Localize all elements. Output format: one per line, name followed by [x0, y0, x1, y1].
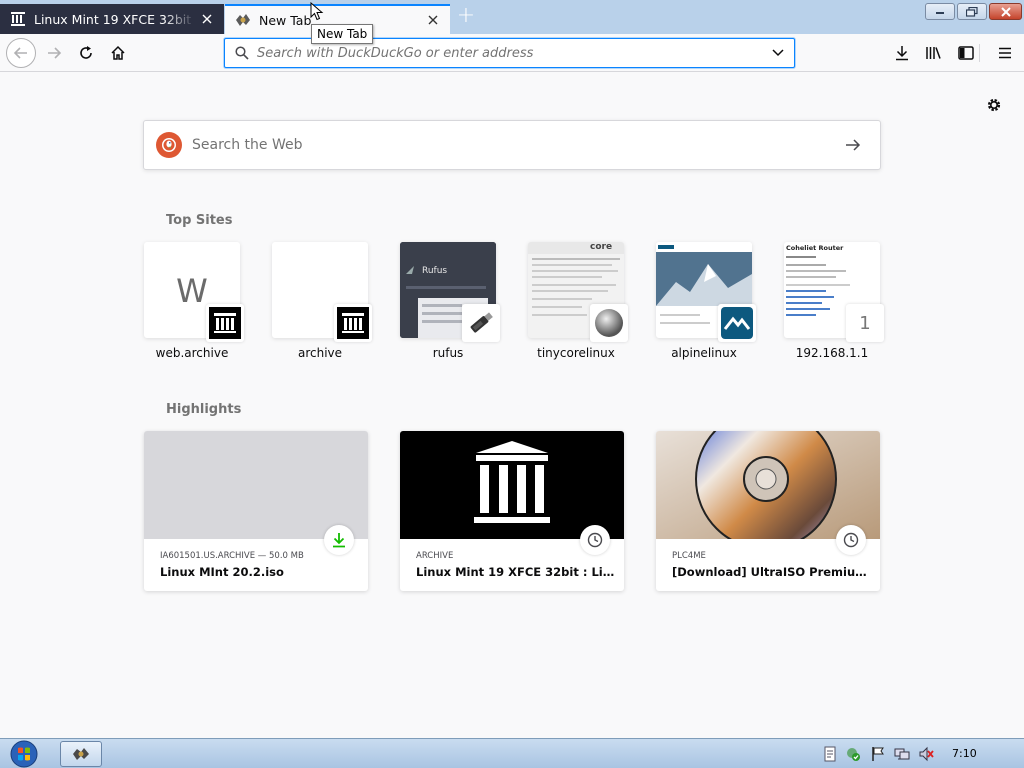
- taskbar-clock[interactable]: 7:10: [952, 747, 977, 760]
- archive-logo-icon: [334, 304, 372, 342]
- close-tab-icon[interactable]: [196, 8, 218, 30]
- top-site-alpinelinux[interactable]: alpinelinux: [656, 242, 756, 360]
- highlight-card[interactable]: PLC4ME [Download] UltraISO Premium - ...: [656, 431, 880, 591]
- site-label: archive: [297, 346, 343, 360]
- notes-tray-icon[interactable]: [822, 746, 838, 762]
- tab-strip: Linux Mint 19 XFCE 32bit : Linux New Tab…: [0, 0, 1024, 34]
- tab-label: Linux Mint 19 XFCE 32bit : Linux: [34, 11, 196, 27]
- usb-drive-icon: [462, 304, 500, 342]
- archive-favicon-icon: [8, 9, 28, 29]
- toolbar-separator: [979, 44, 980, 62]
- mouse-cursor-icon: [310, 1, 324, 26]
- highlight-card[interactable]: ARCHIVE Linux Mint 19 XFCE 32bit : Linux…: [400, 431, 624, 591]
- card-image: [144, 431, 368, 539]
- window-close-button[interactable]: [989, 3, 1022, 20]
- card-image: [400, 431, 624, 539]
- card-context: PLC4ME: [672, 551, 706, 561]
- taskbar-firefox-button[interactable]: [60, 741, 102, 767]
- archive-logo-icon: [206, 304, 244, 342]
- site-label: tinycorelinux: [537, 346, 615, 360]
- tab-tooltip: New Tab: [311, 24, 374, 44]
- cd-disc-icon: [656, 431, 880, 539]
- library-button[interactable]: [920, 39, 948, 67]
- card-context: IA601501.US.ARCHIVE — 50.0 MB: [160, 551, 304, 561]
- tinycore-logo-icon: [590, 304, 628, 342]
- tab-linux-mint[interactable]: Linux Mint 19 XFCE 32bit : Linux: [0, 4, 224, 34]
- close-tab-icon[interactable]: [422, 9, 444, 31]
- top-site-router[interactable]: Coheliet Router 1 192.168.1.1: [784, 242, 884, 360]
- web-search-box[interactable]: [143, 120, 881, 170]
- web-search-input[interactable]: [192, 137, 838, 153]
- volume-muted-icon[interactable]: [918, 746, 934, 762]
- card-context: ARCHIVE: [416, 551, 454, 561]
- site-letter-badge: 1: [846, 304, 884, 342]
- site-label: web.archive: [155, 346, 229, 360]
- flag-icon[interactable]: [870, 746, 886, 762]
- menu-button[interactable]: [991, 39, 1019, 67]
- firefox-favicon-icon: [233, 10, 253, 30]
- site-label: alpinelinux: [671, 346, 737, 360]
- preview-title: core: [590, 242, 613, 252]
- search-icon: [233, 44, 251, 62]
- reload-button[interactable]: [72, 39, 100, 67]
- start-button[interactable]: [4, 740, 44, 768]
- back-button[interactable]: [6, 38, 36, 68]
- preview-title: Coheliet Router: [786, 244, 844, 252]
- gear-icon[interactable]: [983, 94, 1005, 116]
- clock-icon: [836, 525, 866, 555]
- firefox-icon: [73, 748, 89, 760]
- archive-logo-icon: [474, 441, 550, 523]
- top-site-web-archive[interactable]: W web.archive: [144, 242, 244, 360]
- minimize-button[interactable]: [925, 3, 955, 20]
- alpine-logo-icon: [718, 304, 756, 342]
- windows-taskbar: 7:10: [0, 738, 1024, 768]
- clock-icon: [580, 525, 610, 555]
- card-title: [Download] UltraISO Premium - ...: [672, 565, 872, 579]
- address-input[interactable]: [257, 45, 766, 61]
- duckduckgo-logo-icon: [156, 132, 182, 158]
- card-title: Linux MInt 20.2.iso: [160, 565, 284, 579]
- forward-button[interactable]: [40, 39, 68, 67]
- restore-button[interactable]: [957, 3, 987, 20]
- navigation-toolbar: [0, 34, 1024, 72]
- network-icon[interactable]: [894, 746, 910, 762]
- top-site-rufus[interactable]: Rufus rufus: [400, 242, 500, 360]
- search-submit-arrow-icon[interactable]: [838, 130, 868, 160]
- site-label: 192.168.1.1: [795, 346, 869, 360]
- security-tray-icon[interactable]: [845, 746, 861, 762]
- top-site-archive[interactable]: archive: [272, 242, 372, 360]
- address-bar[interactable]: [224, 38, 795, 68]
- download-icon: [324, 525, 354, 555]
- highlights-heading: Highlights: [166, 402, 242, 417]
- sidebar-button[interactable]: [952, 39, 980, 67]
- new-tab-button[interactable]: +: [455, 5, 477, 28]
- preview-title: Rufus: [422, 266, 448, 276]
- card-title: Linux Mint 19 XFCE 32bit : Linux ...: [416, 565, 616, 579]
- top-sites-heading: Top Sites: [166, 213, 233, 228]
- card-image: [656, 431, 880, 539]
- top-site-tinycorelinux[interactable]: core tinycorelinux: [528, 242, 628, 360]
- highlight-card[interactable]: IA601501.US.ARCHIVE — 50.0 MB Linux MInt…: [144, 431, 368, 591]
- downloads-button[interactable]: [888, 39, 916, 67]
- home-button[interactable]: [104, 39, 132, 67]
- site-label: rufus: [432, 346, 464, 360]
- chevron-down-icon[interactable]: [766, 41, 790, 65]
